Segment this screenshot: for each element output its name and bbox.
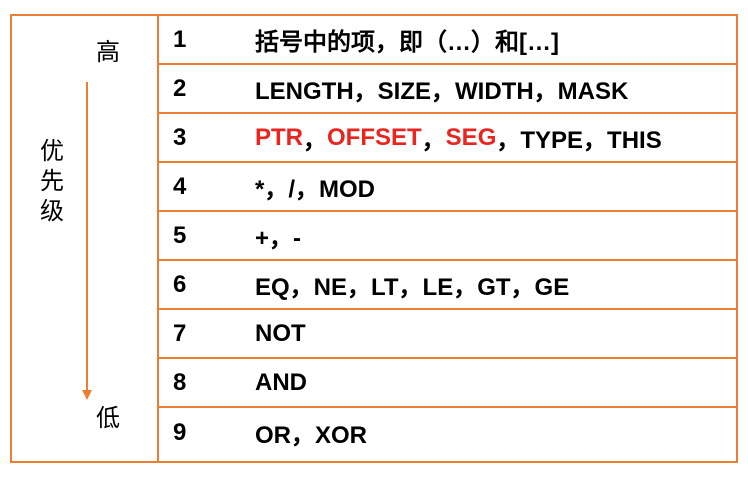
row-operators: NOT <box>255 319 306 347</box>
row-operators: LENGTH，SIZE，WIDTH，MASK <box>255 78 629 105</box>
row-operators: AND <box>255 368 307 396</box>
row-number: 2 <box>173 74 187 102</box>
operator-seg: SEG <box>445 123 497 151</box>
low-label: 低 <box>96 404 120 432</box>
priority-axis-column: 高 优先级 低 <box>12 16 159 461</box>
table-row: 8 AND <box>159 359 736 408</box>
priority-label: 优先级 <box>40 137 64 225</box>
table-row: 2 LENGTH，SIZE，WIDTH，MASK <box>159 65 736 114</box>
table-row: 6 EQ，NE，LT，LE，GT，GE <box>159 261 736 310</box>
row-operators: PTR， OFFSET， SEG ，TYPE，THIS <box>255 114 662 161</box>
row-number: 6 <box>173 270 187 298</box>
row-number: 7 <box>173 319 187 347</box>
row-operators: *，/，MOD <box>255 176 375 203</box>
operator-offset: OFFSET <box>327 123 422 151</box>
high-label: 高 <box>96 38 120 66</box>
operator-rows: 1 括号中的项，即（…）和[…] 2 LENGTH，SIZE，WIDTH，MAS… <box>159 16 736 461</box>
row-number: 4 <box>173 172 187 200</box>
separator: ， <box>303 127 327 154</box>
table-row: 9 OR，XOR <box>159 408 736 457</box>
row-operators: +，- <box>255 225 302 252</box>
row-operators: 括号中的项，即（…）和[…] <box>255 29 559 56</box>
table-row: 1 括号中的项，即（…）和[…] <box>159 16 736 65</box>
row-number: 5 <box>173 221 187 249</box>
row-operators: OR，XOR <box>255 422 368 449</box>
priority-table: 高 优先级 低 1 括号中的项，即（…）和[…] 2 LENGTH，SIZE，W… <box>10 14 738 463</box>
row-number: 1 <box>173 25 187 53</box>
priority-arrow-line <box>86 82 88 392</box>
row-number: 3 <box>173 123 187 151</box>
arrow-down-icon <box>82 390 92 400</box>
table-row: 5 +，- <box>159 212 736 261</box>
operator-type-this: ，TYPE，THIS <box>496 127 662 154</box>
table-row: 4 *，/，MOD <box>159 163 736 212</box>
row-operators: EQ，NE，LT，LE，GT，GE <box>255 274 570 301</box>
separator: ， <box>421 127 446 154</box>
table-row: 3 PTR， OFFSET， SEG ，TYPE，THIS <box>159 114 736 163</box>
row-number: 9 <box>173 418 187 446</box>
operator-ptr: PTR <box>255 123 303 151</box>
row-number: 8 <box>173 368 187 396</box>
table-row: 7 NOT <box>159 310 736 359</box>
